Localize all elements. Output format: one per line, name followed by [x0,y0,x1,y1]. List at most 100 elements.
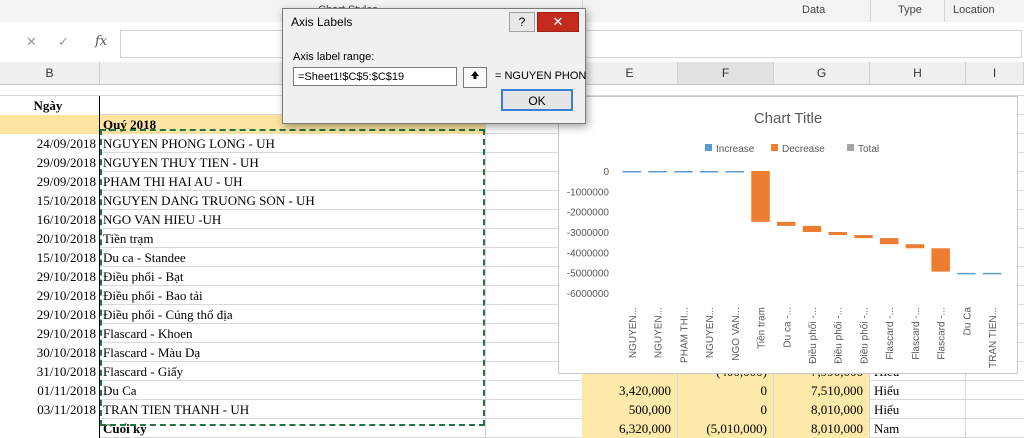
chart-bar [828,232,847,236]
x-tick-label: NGUYEN... [654,307,665,358]
column-header-h[interactable]: H [870,62,966,84]
footer-cell-h[interactable]: Nam [870,419,966,438]
footer-cell-g[interactable]: 8,010,000 [774,419,870,438]
waterfall-chart[interactable]: Chart Title Increase Decrease Total 0 -100000… [558,96,1018,374]
range-label: Axis label range: [293,51,375,63]
date-cell[interactable]: 29/10/2018 [0,267,100,286]
chart-bar [777,221,796,226]
fx-icon[interactable]: fx [95,34,107,49]
date-cell[interactable]: 29/09/2018 [0,153,100,172]
chart-bar [674,171,693,173]
x-tick-label: Điều phối -... [807,307,819,364]
x-tick-label: Flascard -... [937,307,948,360]
chart-bar [905,244,925,249]
table-cell[interactable] [0,115,100,134]
y-tick-label: -3000000 [567,228,610,239]
value-cell-e[interactable]: 500,000 [582,400,678,419]
header-ngay[interactable]: Ngày [0,96,100,115]
column-header-i[interactable]: I [966,62,1024,84]
date-cell[interactable]: 15/10/2018 [0,191,100,210]
ribbon-group-location: Location [953,4,995,16]
x-tick-label: Điều phối -... [858,307,870,364]
value-cell-e[interactable]: 3,420,000 [582,381,678,400]
selection-marquee [100,129,485,426]
value-cell-h[interactable]: Hiếu [870,400,966,419]
chart-bar [751,171,770,222]
value-cell-g[interactable]: 8,010,000 [774,400,870,419]
date-cell[interactable]: 29/10/2018 [0,324,100,343]
chart-bar [957,272,976,275]
y-tick-label: -1000000 [567,187,610,198]
date-cell[interactable]: 20/10/2018 [0,229,100,248]
x-tick-label: Du ca -... [782,307,793,348]
x-tick-label: TRAN TIEN... [988,307,999,368]
x-tick-label: Flascard -... [911,307,922,360]
date-cell[interactable]: 03/11/2018 [0,400,100,419]
check-icon[interactable]: ✓ [58,34,69,50]
date-cell[interactable]: 24/09/2018 [0,134,100,153]
dialog-title: Axis Labels [291,15,353,29]
chart-bar [725,171,745,173]
chart-bar [802,225,822,232]
ribbon-group-type: Type [898,4,922,16]
axis-labels-dialog: Axis Labels ? ✕ Axis label range: =Sheet… [282,8,586,124]
date-cell[interactable]: 16/10/2018 [0,210,100,229]
chart-bar [879,238,899,245]
table-cell[interactable] [0,419,100,438]
chart-bar [622,171,642,173]
value-cell-h[interactable]: Hiếu [870,381,966,400]
ribbon-group-data: Data [802,4,826,16]
x-tick-label: PHAM THI... [679,307,690,363]
date-cell[interactable]: 29/10/2018 [0,286,100,305]
range-preview: = NGUYEN PHON [495,70,587,82]
date-cell[interactable]: 15/10/2018 [0,248,100,267]
y-tick-label: -6000000 [567,289,610,300]
help-button[interactable]: ? [509,12,535,32]
legend-swatch [771,144,778,151]
close-button[interactable]: ✕ [537,12,579,32]
x-tick-label: Tiền trạm [756,307,768,349]
footer-cell-f[interactable]: (5,010,000) [678,419,774,438]
column-header-e[interactable]: E [582,62,678,84]
value-cell-f[interactable]: 0 [678,400,774,419]
x-tick-label: Điều phối -... [833,307,845,364]
column-header-f[interactable]: F [678,62,774,84]
close-icon[interactable]: ✕ [26,34,37,50]
date-cell[interactable]: 30/10/2018 [0,343,100,362]
y-tick-label: -4000000 [567,248,610,259]
value-cell-g[interactable]: 7,510,000 [774,381,870,400]
y-tick-label: 0 [603,167,609,178]
chart-bar [982,272,1002,275]
date-cell[interactable]: 01/11/2018 [0,381,100,400]
legend-swatch [705,144,712,151]
y-tick-label: -5000000 [567,269,610,280]
collapse-arrow-icon[interactable] [463,67,487,88]
legend-swatch [847,144,854,151]
date-cell[interactable]: 29/09/2018 [0,172,100,191]
value-cell-f[interactable]: 0 [678,381,774,400]
chart-bar [854,235,873,239]
date-cell[interactable]: 29/10/2018 [0,305,100,324]
chart-bar [648,171,667,173]
y-tick-label: -2000000 [567,208,610,219]
x-tick-label: NGUYEN... [705,307,716,358]
x-tick-label: NGO VAN... [731,307,742,361]
legend-label: Total [858,144,879,155]
ok-button[interactable]: OK [501,89,573,111]
x-tick-label: NGUYEN... [628,307,639,358]
legend-label: Increase [716,144,755,155]
chart-bar [931,248,950,272]
axis-range-input[interactable]: =Sheet1!$C$5:$C$19 [293,67,457,86]
footer-cell-e[interactable]: 6,320,000 [582,419,678,438]
date-cell[interactable]: 31/10/2018 [0,362,100,381]
ribbon-divider [870,0,871,22]
legend-label: Decrease [782,144,825,155]
chart-bar [699,171,719,173]
column-header-g[interactable]: G [774,62,870,84]
x-tick-label: Flascard -... [885,307,896,360]
x-tick-label: Du Ca [962,307,973,336]
ribbon-divider [944,0,945,22]
chart-svg: Chart Title Increase Decrease Total 0 -100000… [567,110,1002,368]
chart-title: Chart Title [754,110,822,127]
column-header-b[interactable]: B [0,62,100,84]
